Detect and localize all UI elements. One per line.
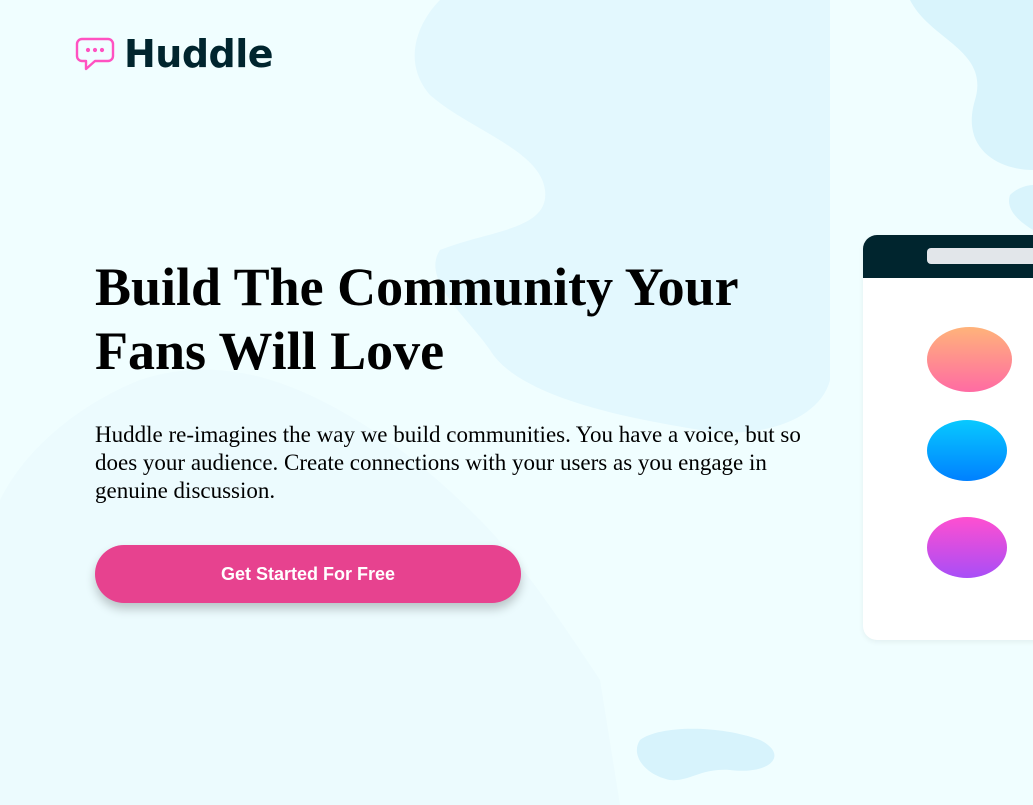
pink-purple-avatar: [927, 517, 1007, 578]
phone-header: [863, 235, 1033, 278]
hero-description: Huddle re-imagines the way we build comm…: [95, 422, 801, 503]
orange-pink-avatar: [927, 327, 1012, 392]
phone-mockup: [863, 235, 1033, 640]
chat-bubble-icon: [75, 37, 115, 71]
blob-shape-top-right: [910, 0, 1033, 170]
blob-shape-right: [1009, 185, 1033, 230]
huddle-logo[interactable]: Huddle: [75, 32, 274, 76]
get-started-button[interactable]: Get Started For Free: [95, 545, 521, 603]
blue-avatar: [927, 420, 1007, 481]
phone-status-bar: [927, 248, 1033, 264]
hero-title: Build The Community Your Fans Will Love: [95, 257, 738, 381]
blob-shape-bottom: [636, 728, 775, 781]
brand-name: Huddle: [124, 32, 274, 76]
